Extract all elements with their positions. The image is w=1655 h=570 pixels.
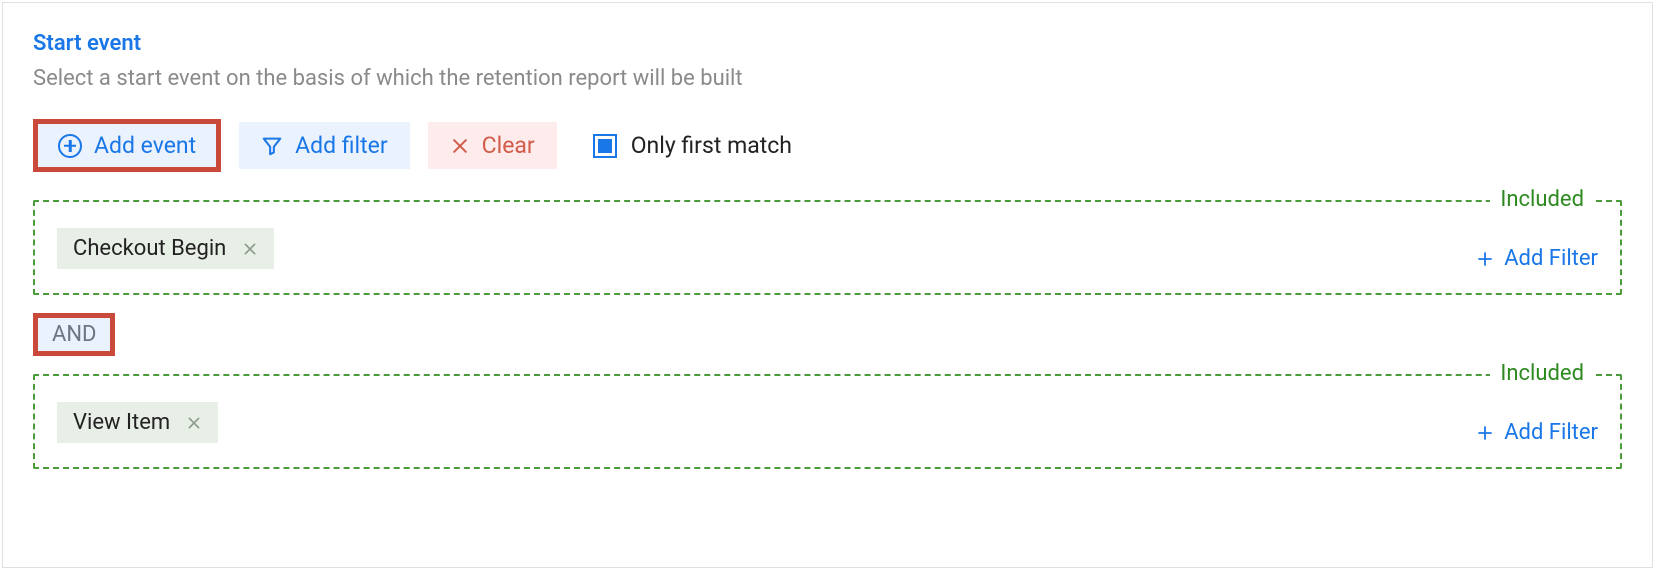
toolbar: Add event Add filter Clear Only first ma… bbox=[33, 119, 1622, 172]
add-filter-link[interactable]: Add Filter bbox=[1476, 420, 1598, 445]
add-filter-label: Add filter bbox=[295, 132, 388, 159]
remove-chip-icon[interactable] bbox=[242, 241, 258, 257]
only-first-match-label: Only first match bbox=[631, 132, 792, 159]
event-chip-label: Checkout Begin bbox=[73, 236, 226, 261]
add-filter-link-label: Add Filter bbox=[1504, 420, 1598, 445]
operator-row: AND bbox=[33, 313, 1622, 356]
only-first-match-checkbox[interactable]: Only first match bbox=[593, 132, 792, 159]
event-group: Included Checkout Begin Add Filter bbox=[33, 200, 1622, 295]
add-event-label: Add event bbox=[94, 132, 196, 159]
clear-label: Clear bbox=[482, 132, 535, 159]
circle-plus-icon bbox=[58, 134, 82, 158]
add-filter-link[interactable]: Add Filter bbox=[1476, 246, 1598, 271]
remove-chip-icon[interactable] bbox=[186, 415, 202, 431]
section-subtitle: Select a start event on the basis of whi… bbox=[33, 66, 1622, 91]
start-event-panel: Start event Select a start event on the … bbox=[2, 2, 1653, 568]
add-filter-link-label: Add Filter bbox=[1504, 246, 1598, 271]
event-chip[interactable]: Checkout Begin bbox=[57, 228, 274, 269]
event-chip[interactable]: View Item bbox=[57, 402, 218, 443]
event-group: Included View Item Add Filter bbox=[33, 374, 1622, 469]
event-chip-label: View Item bbox=[73, 410, 170, 435]
operator-toggle[interactable]: AND bbox=[33, 313, 115, 356]
add-filter-button[interactable]: Add filter bbox=[239, 122, 410, 169]
funnel-icon bbox=[261, 135, 283, 157]
add-event-button[interactable]: Add event bbox=[33, 119, 221, 172]
group-legend: Included bbox=[1490, 361, 1594, 386]
clear-button[interactable]: Clear bbox=[428, 122, 557, 169]
plus-icon bbox=[1476, 424, 1494, 442]
section-title: Start event bbox=[33, 31, 1622, 56]
checkbox-icon bbox=[593, 134, 617, 158]
group-legend: Included bbox=[1490, 187, 1594, 212]
x-icon bbox=[450, 136, 470, 156]
plus-icon bbox=[1476, 250, 1494, 268]
